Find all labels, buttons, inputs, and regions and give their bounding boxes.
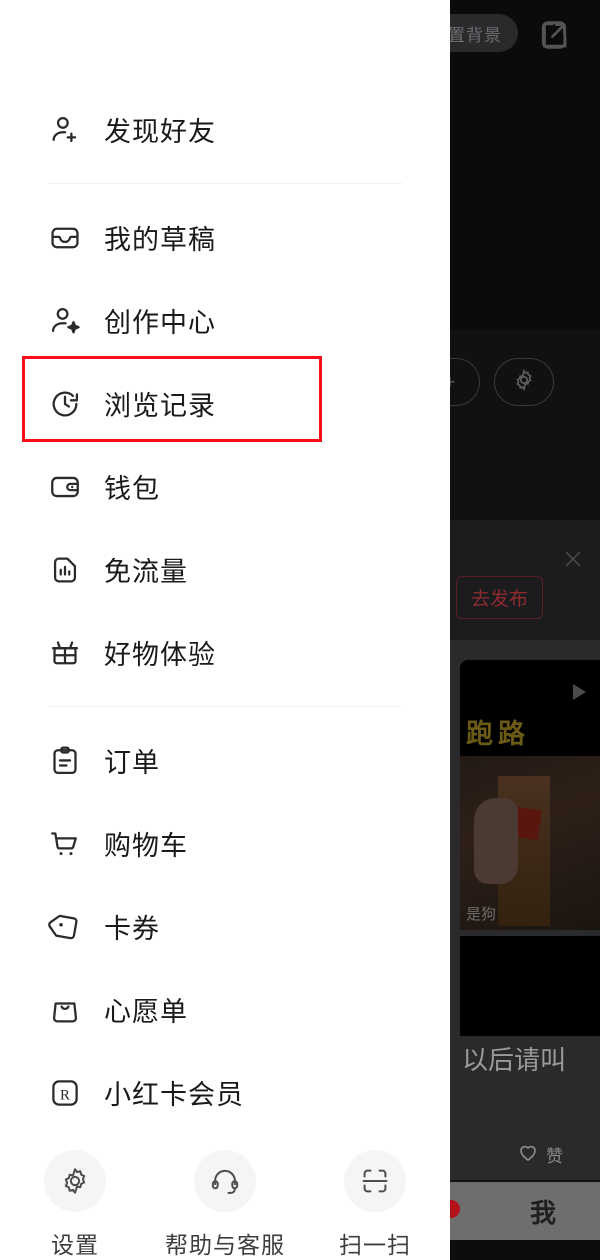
menu-item-label: 我的草稿 <box>104 225 216 255</box>
menu-item-orders[interactable]: 订单 <box>0 719 450 802</box>
shopping-cart-icon <box>48 827 82 861</box>
menu-item-coupons[interactable]: 卡券 <box>0 885 450 968</box>
menu-item-wishlist[interactable]: 心愿单 <box>0 968 450 1051</box>
thumb-hand-shape <box>474 798 518 884</box>
sim-card-icon <box>48 553 82 587</box>
user-plus-icon <box>48 113 82 147</box>
menu-divider <box>48 706 402 707</box>
menu-item-shopping-cart[interactable]: 购物车 <box>0 802 450 885</box>
menu-list: 发现好友 我的草稿 创作中心 浏览记录 钱包 免流量 好物体验 订单 购物车 卡… <box>0 0 450 1134</box>
menu-item-wallet[interactable]: 钱包 <box>0 445 450 528</box>
menu-item-label: 订单 <box>104 748 160 778</box>
heart-icon <box>516 1140 540 1169</box>
gear-icon <box>44 1150 106 1212</box>
history-clock-icon <box>48 387 82 421</box>
bg-feed-post-text: 以后请叫 <box>462 1045 567 1075</box>
bg-promo-card: 去发布 <box>440 520 600 640</box>
go-publish-label: 去发布 <box>471 589 529 610</box>
bottom-action-label: 设置 <box>51 1232 99 1258</box>
inbox-icon <box>48 221 82 255</box>
bottom-action-settings[interactable]: 设置 <box>0 1150 150 1260</box>
play-icon[interactable] <box>573 684 586 700</box>
menu-item-creator-center[interactable]: 创作中心 <box>0 279 450 362</box>
menu-item-label: 心愿单 <box>104 997 188 1027</box>
menu-item-browsing-history[interactable]: 浏览记录 <box>0 362 450 445</box>
bottom-action-label: 帮助与客服 <box>165 1232 285 1258</box>
gear-icon <box>511 367 537 398</box>
bg-video-thumbnail[interactable]: 跑路 是狗 <box>460 660 600 930</box>
menu-item-label: 创作中心 <box>104 308 216 338</box>
set-background-label: 置背景 <box>448 25 502 45</box>
close-icon[interactable] <box>562 548 584 570</box>
bottom-action-help[interactable]: 帮助与客服 <box>150 1150 300 1260</box>
menu-item-discover-friends[interactable]: 发现好友 <box>0 88 450 171</box>
bottom-action-label: 扫一扫 <box>339 1232 411 1258</box>
bottom-action-scan[interactable]: 扫一扫 <box>300 1150 450 1260</box>
bg-bottom-tabbar: 我 <box>440 1182 600 1240</box>
bg-settings-button[interactable] <box>494 358 554 406</box>
coupon-tag-icon <box>48 910 82 944</box>
svg-text:R: R <box>60 1087 70 1103</box>
clipboard-icon <box>48 744 82 778</box>
menu-item-label: 发现好友 <box>104 117 216 147</box>
menu-item-my-drafts[interactable]: 我的草稿 <box>0 196 450 279</box>
menu-item-label: 钱包 <box>104 474 160 504</box>
gift-icon <box>48 636 82 670</box>
like-count-label: 赞 <box>546 1147 563 1166</box>
menu-item-free-data[interactable]: 免流量 <box>0 528 450 611</box>
go-publish-button[interactable]: 去发布 <box>456 576 544 619</box>
tab-me[interactable]: 我 <box>530 1193 556 1230</box>
drawer-bottom-actions: 设置 帮助与客服 扫一扫 <box>0 1134 450 1260</box>
menu-item-product-experience[interactable]: 好物体验 <box>0 611 450 694</box>
menu-item-label: 免流量 <box>104 557 188 587</box>
menu-item-label: 卡券 <box>104 914 160 944</box>
menu-divider <box>48 183 402 184</box>
menu-item-red-card-member[interactable]: R 小红卡会员 <box>0 1051 450 1134</box>
bg-video-subtitle: 是狗 <box>466 906 497 923</box>
bg-feed-column: 跑路 是狗 以后请叫 赞 <box>440 640 600 1180</box>
bg-feed-image-2[interactable] <box>460 936 600 1036</box>
user-sparkle-icon <box>48 304 82 338</box>
bg-video-title: 跑路 <box>466 719 530 749</box>
external-link-icon[interactable] <box>535 16 573 54</box>
red-card-r-icon: R <box>48 1076 82 1110</box>
menu-item-label: 购物车 <box>104 831 188 861</box>
bg-like-button[interactable]: 赞 <box>516 1140 563 1169</box>
shopping-bag-icon <box>48 993 82 1027</box>
wallet-icon <box>48 470 82 504</box>
highlighted-menu-row: 浏览记录 <box>0 356 450 445</box>
headset-icon <box>194 1150 256 1212</box>
side-drawer-menu: 发现好友 我的草稿 创作中心 浏览记录 钱包 免流量 好物体验 订单 购物车 卡… <box>0 0 450 1260</box>
menu-item-label: 浏览记录 <box>104 391 216 421</box>
scan-icon <box>344 1150 406 1212</box>
menu-item-label: 好物体验 <box>104 640 216 670</box>
menu-item-label: 小红卡会员 <box>104 1080 244 1110</box>
